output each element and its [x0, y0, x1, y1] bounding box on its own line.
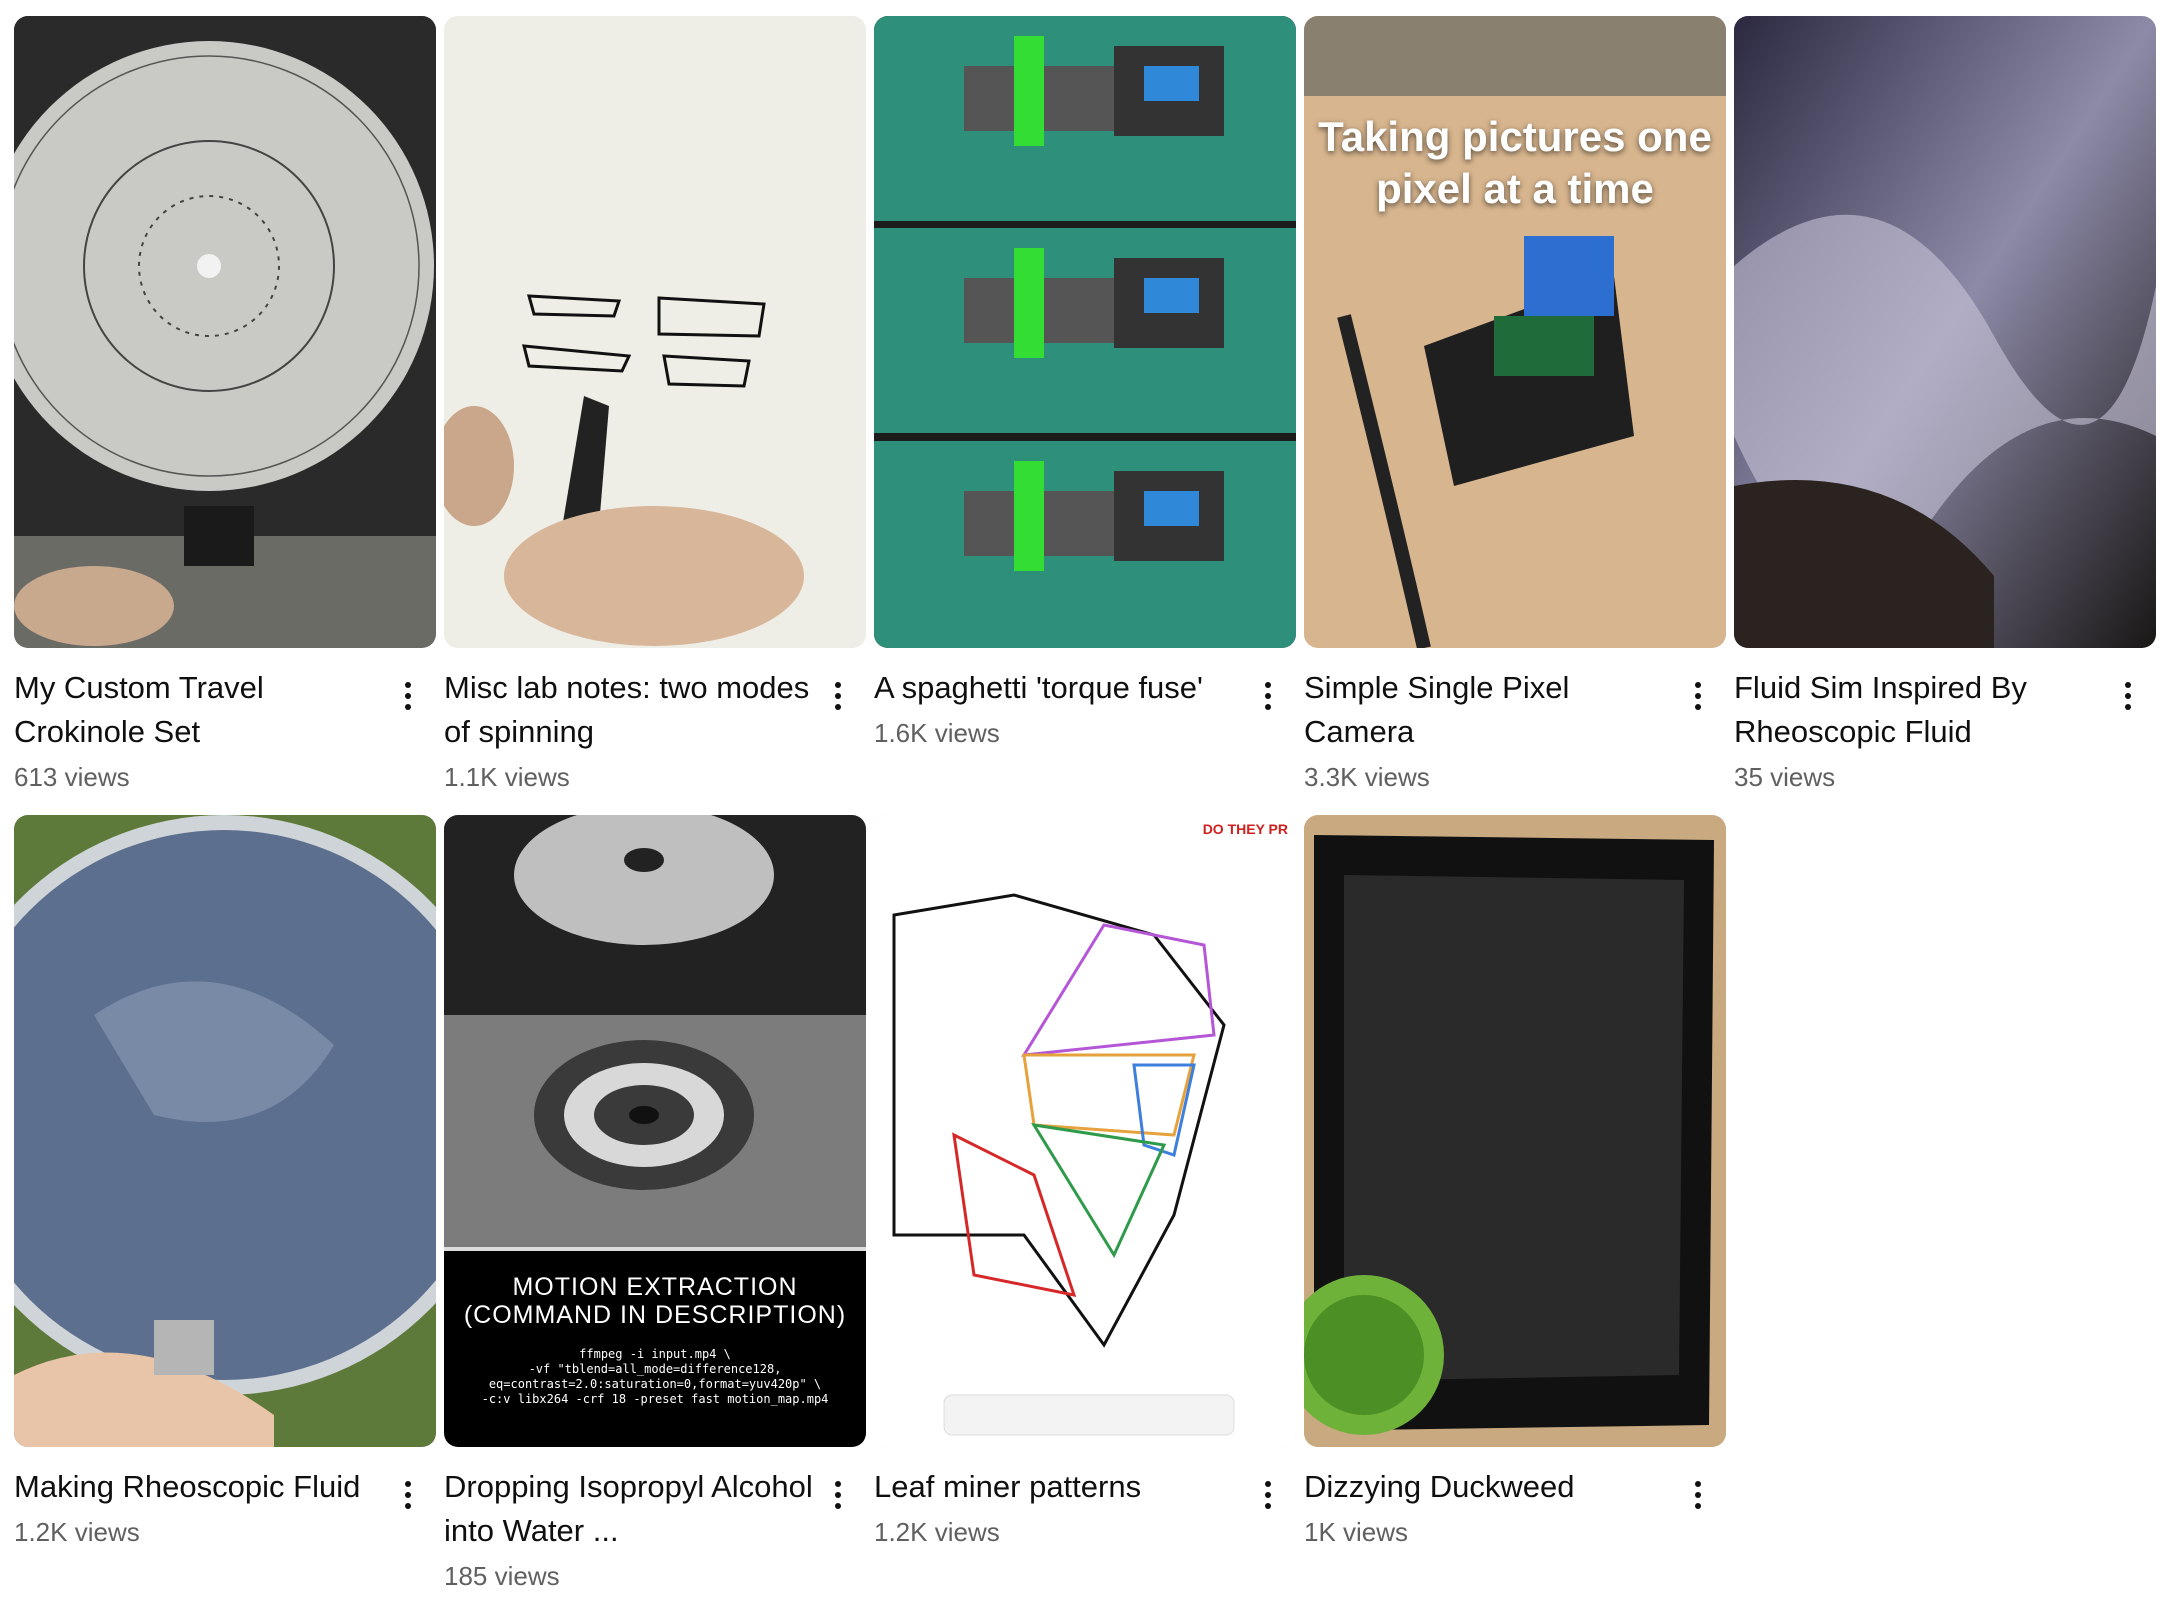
video-card[interactable]: Fluid Sim Inspired By Rheoscopic Fluid 3… [1734, 16, 2156, 796]
thumbnail-command-overlay: MOTION EXTRACTION (COMMAND IN DESCRIPTIO… [444, 1251, 866, 1447]
thumbnail-overlay-text: DO THEY PR [1202, 821, 1288, 837]
more-vert-icon[interactable] [2114, 676, 2142, 716]
more-vert-icon[interactable] [1684, 1475, 1712, 1515]
video-card[interactable]: Misc lab notes: two modes of spinning 1.… [444, 16, 866, 796]
video-thumbnail[interactable]: MOTION EXTRACTION (COMMAND IN DESCRIPTIO… [444, 815, 866, 1447]
thumbnail-overlay-code: ffmpeg -i input.mp4 \ -vf "tblend=all_mo… [481, 1347, 829, 1406]
video-views: 35 views [1734, 762, 1836, 792]
more-vert-icon[interactable] [1684, 676, 1712, 716]
more-vert-icon[interactable] [1254, 676, 1282, 716]
video-views: 1.2K views [14, 1517, 140, 1547]
more-vert-icon[interactable] [824, 1475, 852, 1515]
video-card[interactable]: MOTION EXTRACTION (COMMAND IN DESCRIPTIO… [444, 815, 866, 1595]
thumbnail-rheoscopic-fluid [14, 815, 436, 1447]
video-thumbnail[interactable] [444, 16, 866, 648]
video-card[interactable]: My Custom Travel Crokinole Set 613 views [14, 16, 436, 796]
thumbnail-crokinole [14, 16, 436, 648]
thumbnail-overlay-text: Taking pictures one pixel at a time [1318, 113, 1712, 212]
video-thumbnail[interactable] [1734, 16, 2156, 648]
video-views: 185 views [444, 1561, 560, 1591]
more-vert-icon[interactable] [394, 1475, 422, 1515]
video-card[interactable]: Taking pictures one pixel at a time Simp… [1304, 16, 1726, 796]
thumbnail-overlay-text: MOTION EXTRACTION (COMMAND IN DESCRIPTIO… [463, 1273, 847, 1329]
thumbnail-duckweed [1304, 815, 1726, 1447]
video-card[interactable]: A spaghetti 'torque fuse' 1.6K views [874, 16, 1296, 752]
video-thumbnail[interactable] [874, 16, 1296, 648]
video-title[interactable]: Simple Single Pixel Camera [1304, 666, 1674, 754]
thumbnail-leaf-miner [874, 815, 1296, 1447]
video-title[interactable]: Fluid Sim Inspired By Rheoscopic Fluid [1734, 666, 2104, 754]
video-views: 1.6K views [874, 718, 1000, 748]
video-views: 3.3K views [1304, 762, 1430, 792]
video-thumbnail[interactable]: DO THEY PR [874, 815, 1296, 1447]
video-title[interactable]: Leaf miner patterns [874, 1465, 1244, 1509]
thumbnail-torque-fuse [874, 16, 1296, 648]
video-thumbnail[interactable] [14, 16, 436, 648]
thumbnail-notebook [444, 16, 866, 648]
video-title[interactable]: A spaghetti 'torque fuse' [874, 666, 1244, 710]
video-views: 1.1K views [444, 762, 570, 792]
video-card[interactable]: Dizzying Duckweed 1K views [1304, 815, 1726, 1551]
video-card[interactable]: DO THEY PR Leaf miner patterns 1.2K view… [874, 815, 1296, 1551]
more-vert-icon[interactable] [394, 676, 422, 716]
more-vert-icon[interactable] [824, 676, 852, 716]
video-thumbnail[interactable] [14, 815, 436, 1447]
video-views: 613 views [14, 762, 130, 792]
video-title[interactable]: Making Rheoscopic Fluid [14, 1465, 384, 1509]
video-thumbnail[interactable]: Taking pictures one pixel at a time [1304, 16, 1726, 648]
video-views: 1.2K views [874, 1517, 1000, 1547]
video-title[interactable]: My Custom Travel Crokinole Set [14, 666, 384, 754]
video-title[interactable]: Dizzying Duckweed [1304, 1465, 1674, 1509]
video-card[interactable]: Making Rheoscopic Fluid 1.2K views [14, 815, 436, 1551]
video-views: 1K views [1304, 1517, 1409, 1547]
video-thumbnail[interactable] [1304, 815, 1726, 1447]
video-title[interactable]: Dropping Isopropyl Alcohol into Water ..… [444, 1465, 814, 1553]
thumbnail-fluid-sim [1734, 16, 2156, 648]
video-title[interactable]: Misc lab notes: two modes of spinning [444, 666, 814, 754]
more-vert-icon[interactable] [1254, 1475, 1282, 1515]
